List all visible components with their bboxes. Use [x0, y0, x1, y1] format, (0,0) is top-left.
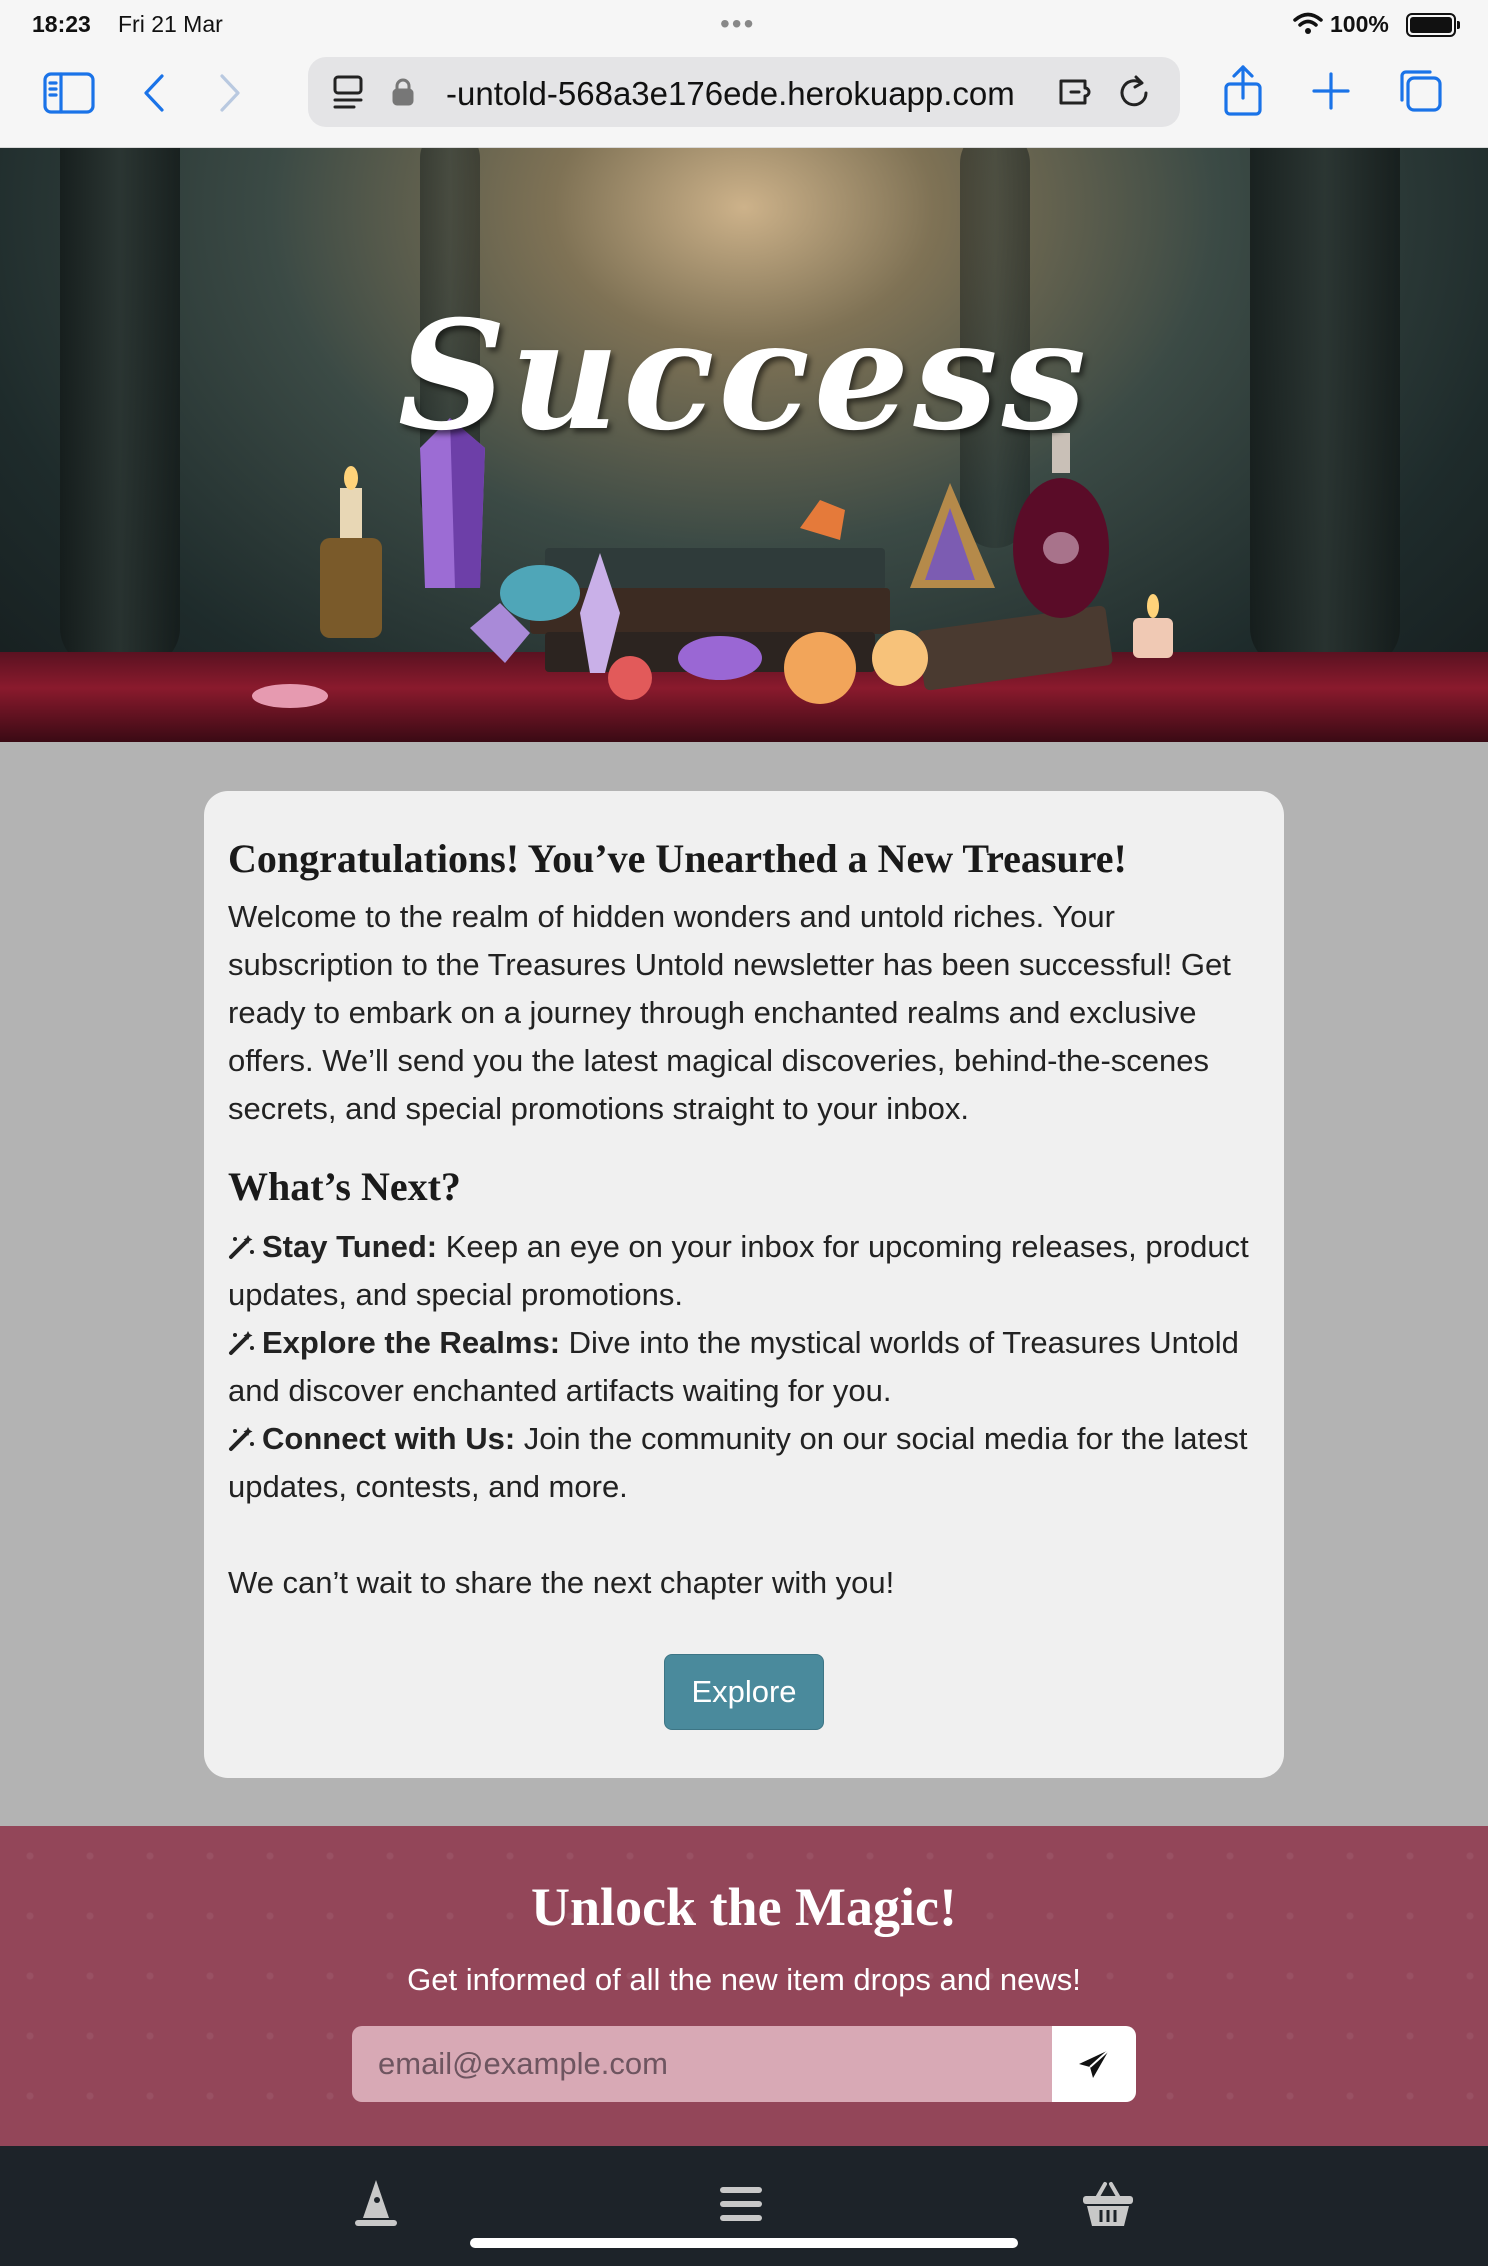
tabs-icon[interactable] [1394, 64, 1446, 116]
wizard-hat-icon[interactable] [348, 2176, 404, 2232]
reader-icon[interactable] [330, 73, 366, 111]
newsletter-form [352, 2026, 1136, 2102]
status-time: 18:23 [32, 11, 91, 37]
bottom-nav [0, 2146, 1488, 2266]
newsletter-section: Unlock the Magic! Get informed of all th… [0, 1826, 1488, 2146]
whats-next-heading: What’s Next? [228, 1164, 461, 1209]
paper-plane-icon [1079, 2049, 1110, 2078]
wifi-icon [1293, 12, 1323, 34]
magic-wand-icon [229, 1427, 254, 1451]
sidebar-icon[interactable] [42, 68, 96, 118]
basket-icon[interactable] [1080, 2176, 1136, 2232]
list-item-label: Stay Tuned: [262, 1229, 438, 1264]
status-date: Fri 21 Mar [118, 11, 223, 37]
address-bar[interactable]: -untold-568a3e176ede.herokuapp.com [308, 57, 1180, 127]
extensions-icon[interactable] [1056, 73, 1100, 111]
list-item-label: Explore the Realms: [262, 1325, 561, 1360]
list-item: Stay Tuned: Keep an eye on your inbox fo… [228, 1223, 1260, 1319]
url-text[interactable]: -untold-568a3e176ede.herokuapp.com [446, 75, 1015, 113]
share-icon[interactable] [1218, 62, 1268, 120]
newsletter-title: Unlock the Magic! [531, 1877, 957, 1937]
lock-icon [390, 77, 416, 107]
magic-wand-icon [229, 1235, 254, 1259]
hero-title: Success [397, 288, 1091, 464]
whats-next-list: Stay Tuned: Keep an eye on your inbox fo… [228, 1223, 1260, 1511]
browser-toolbar: -untold-568a3e176ede.herokuapp.com [0, 48, 1488, 148]
menu-icon[interactable] [713, 2176, 769, 2232]
email-input[interactable] [352, 2026, 1052, 2102]
battery-icon [1406, 13, 1460, 37]
card-title: Congratulations! You’ve Unearthed a New … [228, 836, 1127, 881]
back-icon[interactable] [134, 68, 174, 118]
newsletter-subtitle: Get informed of all the new item drops a… [407, 1962, 1081, 1997]
hero-banner: Success [0, 148, 1488, 742]
new-tab-icon[interactable] [1308, 66, 1354, 116]
explore-button[interactable]: Explore [664, 1654, 824, 1730]
send-button[interactable] [1052, 2026, 1136, 2102]
list-item: Explore the Realms: Dive into the mystic… [228, 1319, 1260, 1415]
status-bar: 18:23 Fri 21 Mar ••• 100% [0, 0, 1488, 48]
multitasking-dots-icon[interactable]: ••• [720, 8, 755, 40]
list-item: Connect with Us: Join the community on o… [228, 1415, 1260, 1511]
reload-icon[interactable] [1114, 71, 1154, 113]
forward-icon[interactable] [210, 68, 250, 118]
success-card: Congratulations! You’ve Unearthed a New … [204, 791, 1284, 1778]
card-closing: We can’t wait to share the next chapter … [228, 1565, 895, 1600]
list-item-label: Connect with Us: [262, 1421, 516, 1456]
card-paragraph: Welcome to the realm of hidden wonders a… [228, 899, 1231, 1126]
magic-wand-icon [229, 1331, 254, 1355]
home-indicator[interactable] [470, 2238, 1018, 2248]
battery-percent: 100% [1330, 11, 1389, 37]
